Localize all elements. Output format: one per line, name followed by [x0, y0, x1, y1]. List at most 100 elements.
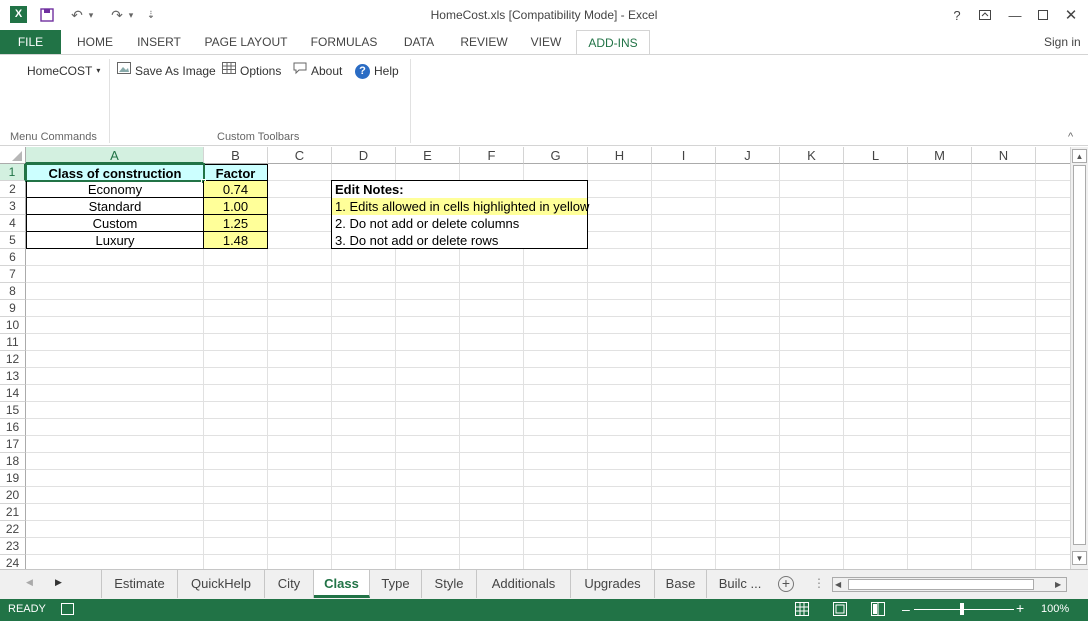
tab-page-layout[interactable]: PAGE LAYOUT	[196, 30, 296, 54]
select-all-corner[interactable]	[0, 147, 26, 164]
tab-data[interactable]: DATA	[394, 30, 444, 54]
spreadsheet-grid[interactable]: A B C D E F G H I J K L M N 1 2 3 4 5 6 7 8 9 10 1…	[0, 147, 1070, 569]
row-header-11[interactable]: 11	[0, 334, 26, 351]
column-header-l[interactable]: L	[844, 147, 908, 164]
table-cell-class[interactable]: Custom	[26, 215, 204, 232]
edit-notes-title[interactable]: Edit Notes:	[332, 181, 407, 198]
column-header-b[interactable]: B	[204, 147, 268, 164]
sheet-tab-additionals[interactable]: Additionals	[477, 570, 571, 598]
column-header-d[interactable]: D	[332, 147, 396, 164]
row-header-13[interactable]: 13	[0, 368, 26, 385]
table-cell-class[interactable]: Standard	[26, 198, 204, 215]
row-header-12[interactable]: 12	[0, 351, 26, 368]
column-header-partial[interactable]	[1036, 147, 1070, 164]
sheet-tab-type[interactable]: Type	[370, 570, 422, 598]
row-header-19[interactable]: 19	[0, 470, 26, 487]
table-cell-factor[interactable]: 1.00	[203, 198, 268, 215]
row-header-10[interactable]: 10	[0, 317, 26, 334]
column-header-k[interactable]: K	[780, 147, 844, 164]
column-header-n[interactable]: N	[972, 147, 1036, 164]
vertical-scrollbar[interactable]: ▲ ▼	[1070, 147, 1088, 569]
zoom-in-icon[interactable]: +	[1016, 600, 1024, 616]
row-header-5[interactable]: 5	[0, 232, 26, 249]
tab-insert[interactable]: INSERT	[128, 30, 190, 54]
zoom-level[interactable]: 100%	[1041, 603, 1069, 615]
table-cell-factor[interactable]: 1.25	[203, 215, 268, 232]
horizontal-scroll-thumb[interactable]	[848, 579, 1034, 590]
row-header-24[interactable]: 24	[0, 555, 26, 569]
column-header-a[interactable]: A	[26, 147, 204, 164]
row-header-2[interactable]: 2	[0, 181, 26, 198]
table-cell-class[interactable]: Economy	[26, 181, 204, 198]
row-header-20[interactable]: 20	[0, 487, 26, 504]
normal-view-icon[interactable]	[795, 602, 809, 619]
column-header-h[interactable]: H	[588, 147, 652, 164]
row-header-4[interactable]: 4	[0, 215, 26, 232]
table-cell-factor[interactable]: 1.48	[203, 232, 268, 249]
column-header-j[interactable]: J	[716, 147, 780, 164]
next-sheet-icon[interactable]: ▶	[55, 577, 62, 588]
close-icon[interactable]: ✕	[1056, 4, 1086, 26]
collapse-ribbon-icon[interactable]: ^	[1068, 131, 1073, 143]
row-header-16[interactable]: 16	[0, 419, 26, 436]
page-break-preview-icon[interactable]	[871, 602, 885, 619]
row-header-14[interactable]: 14	[0, 385, 26, 402]
column-header-c[interactable]: C	[268, 147, 332, 164]
edit-notes-line-2[interactable]: 2. Do not add or delete columns	[332, 215, 522, 232]
sheet-tab-quickhelp[interactable]: QuickHelp	[178, 570, 265, 598]
add-sheet-icon[interactable]: +	[778, 576, 794, 592]
column-header-g[interactable]: G	[524, 147, 588, 164]
row-header-7[interactable]: 7	[0, 266, 26, 283]
scroll-left-icon[interactable]: ◀	[835, 578, 841, 591]
sheet-tab-style[interactable]: Style	[422, 570, 477, 598]
previous-sheet-icon[interactable]: ◀	[26, 577, 33, 588]
table-cell-class[interactable]: Luxury	[26, 232, 204, 249]
help-button[interactable]: ? Help	[355, 61, 399, 81]
sheet-tab-class[interactable]: Class	[314, 570, 370, 598]
column-header-i[interactable]: I	[652, 147, 716, 164]
sheet-tab-city[interactable]: City	[265, 570, 314, 598]
tab-view[interactable]: VIEW	[522, 30, 570, 54]
zoom-slider-thumb[interactable]	[960, 603, 964, 615]
maximize-icon[interactable]	[1028, 4, 1058, 26]
row-header-18[interactable]: 18	[0, 453, 26, 470]
tab-add-ins[interactable]: ADD-INS	[576, 30, 650, 54]
row-header-3[interactable]: 3	[0, 198, 26, 215]
tab-home[interactable]: HOME	[66, 30, 124, 54]
zoom-out-icon[interactable]: –	[902, 601, 910, 617]
row-header-8[interactable]: 8	[0, 283, 26, 300]
macro-recording-icon[interactable]	[61, 603, 74, 615]
tab-split-handle-icon[interactable]: ⋮	[813, 576, 825, 590]
column-header-m[interactable]: M	[908, 147, 972, 164]
column-header-e[interactable]: E	[396, 147, 460, 164]
sheet-tab-upgrades[interactable]: Upgrades	[571, 570, 655, 598]
options-button[interactable]: Options	[222, 61, 281, 81]
row-header-15[interactable]: 15	[0, 402, 26, 419]
row-header-21[interactable]: 21	[0, 504, 26, 521]
scroll-right-icon[interactable]: ▶	[1055, 578, 1061, 591]
page-layout-view-icon[interactable]	[833, 602, 847, 619]
sheet-tab-estimate[interactable]: Estimate	[101, 570, 178, 598]
homecost-menu-button[interactable]: HomeCOST ▾	[27, 61, 100, 81]
column-header-f[interactable]: F	[460, 147, 524, 164]
row-header-23[interactable]: 23	[0, 538, 26, 555]
about-button[interactable]: About	[293, 61, 342, 81]
save-as-image-button[interactable]: Save As Image	[117, 61, 216, 81]
minimize-icon[interactable]: —	[1000, 4, 1030, 26]
row-header-1[interactable]: 1	[0, 164, 26, 181]
header-factor[interactable]: Factor	[203, 164, 268, 181]
tab-file[interactable]: FILE	[0, 30, 61, 54]
vertical-scroll-thumb[interactable]	[1073, 165, 1086, 545]
help-icon[interactable]: ?	[942, 4, 972, 26]
row-header-17[interactable]: 17	[0, 436, 26, 453]
row-header-22[interactable]: 22	[0, 521, 26, 538]
edit-notes-line-1[interactable]: 1. Edits allowed in cells highlighted in…	[332, 198, 589, 215]
sheet-tab-base[interactable]: Base	[655, 570, 707, 598]
zoom-slider-track[interactable]	[914, 609, 1014, 610]
edit-notes-line-3[interactable]: 3. Do not add or delete rows	[332, 232, 501, 249]
sheet-tab-building[interactable]: Builc ...	[707, 570, 773, 598]
row-header-9[interactable]: 9	[0, 300, 26, 317]
sign-in-link[interactable]: Sign in	[1044, 30, 1088, 54]
horizontal-scrollbar[interactable]: ◀ ▶	[832, 577, 1067, 592]
scroll-down-icon[interactable]: ▼	[1072, 551, 1087, 565]
